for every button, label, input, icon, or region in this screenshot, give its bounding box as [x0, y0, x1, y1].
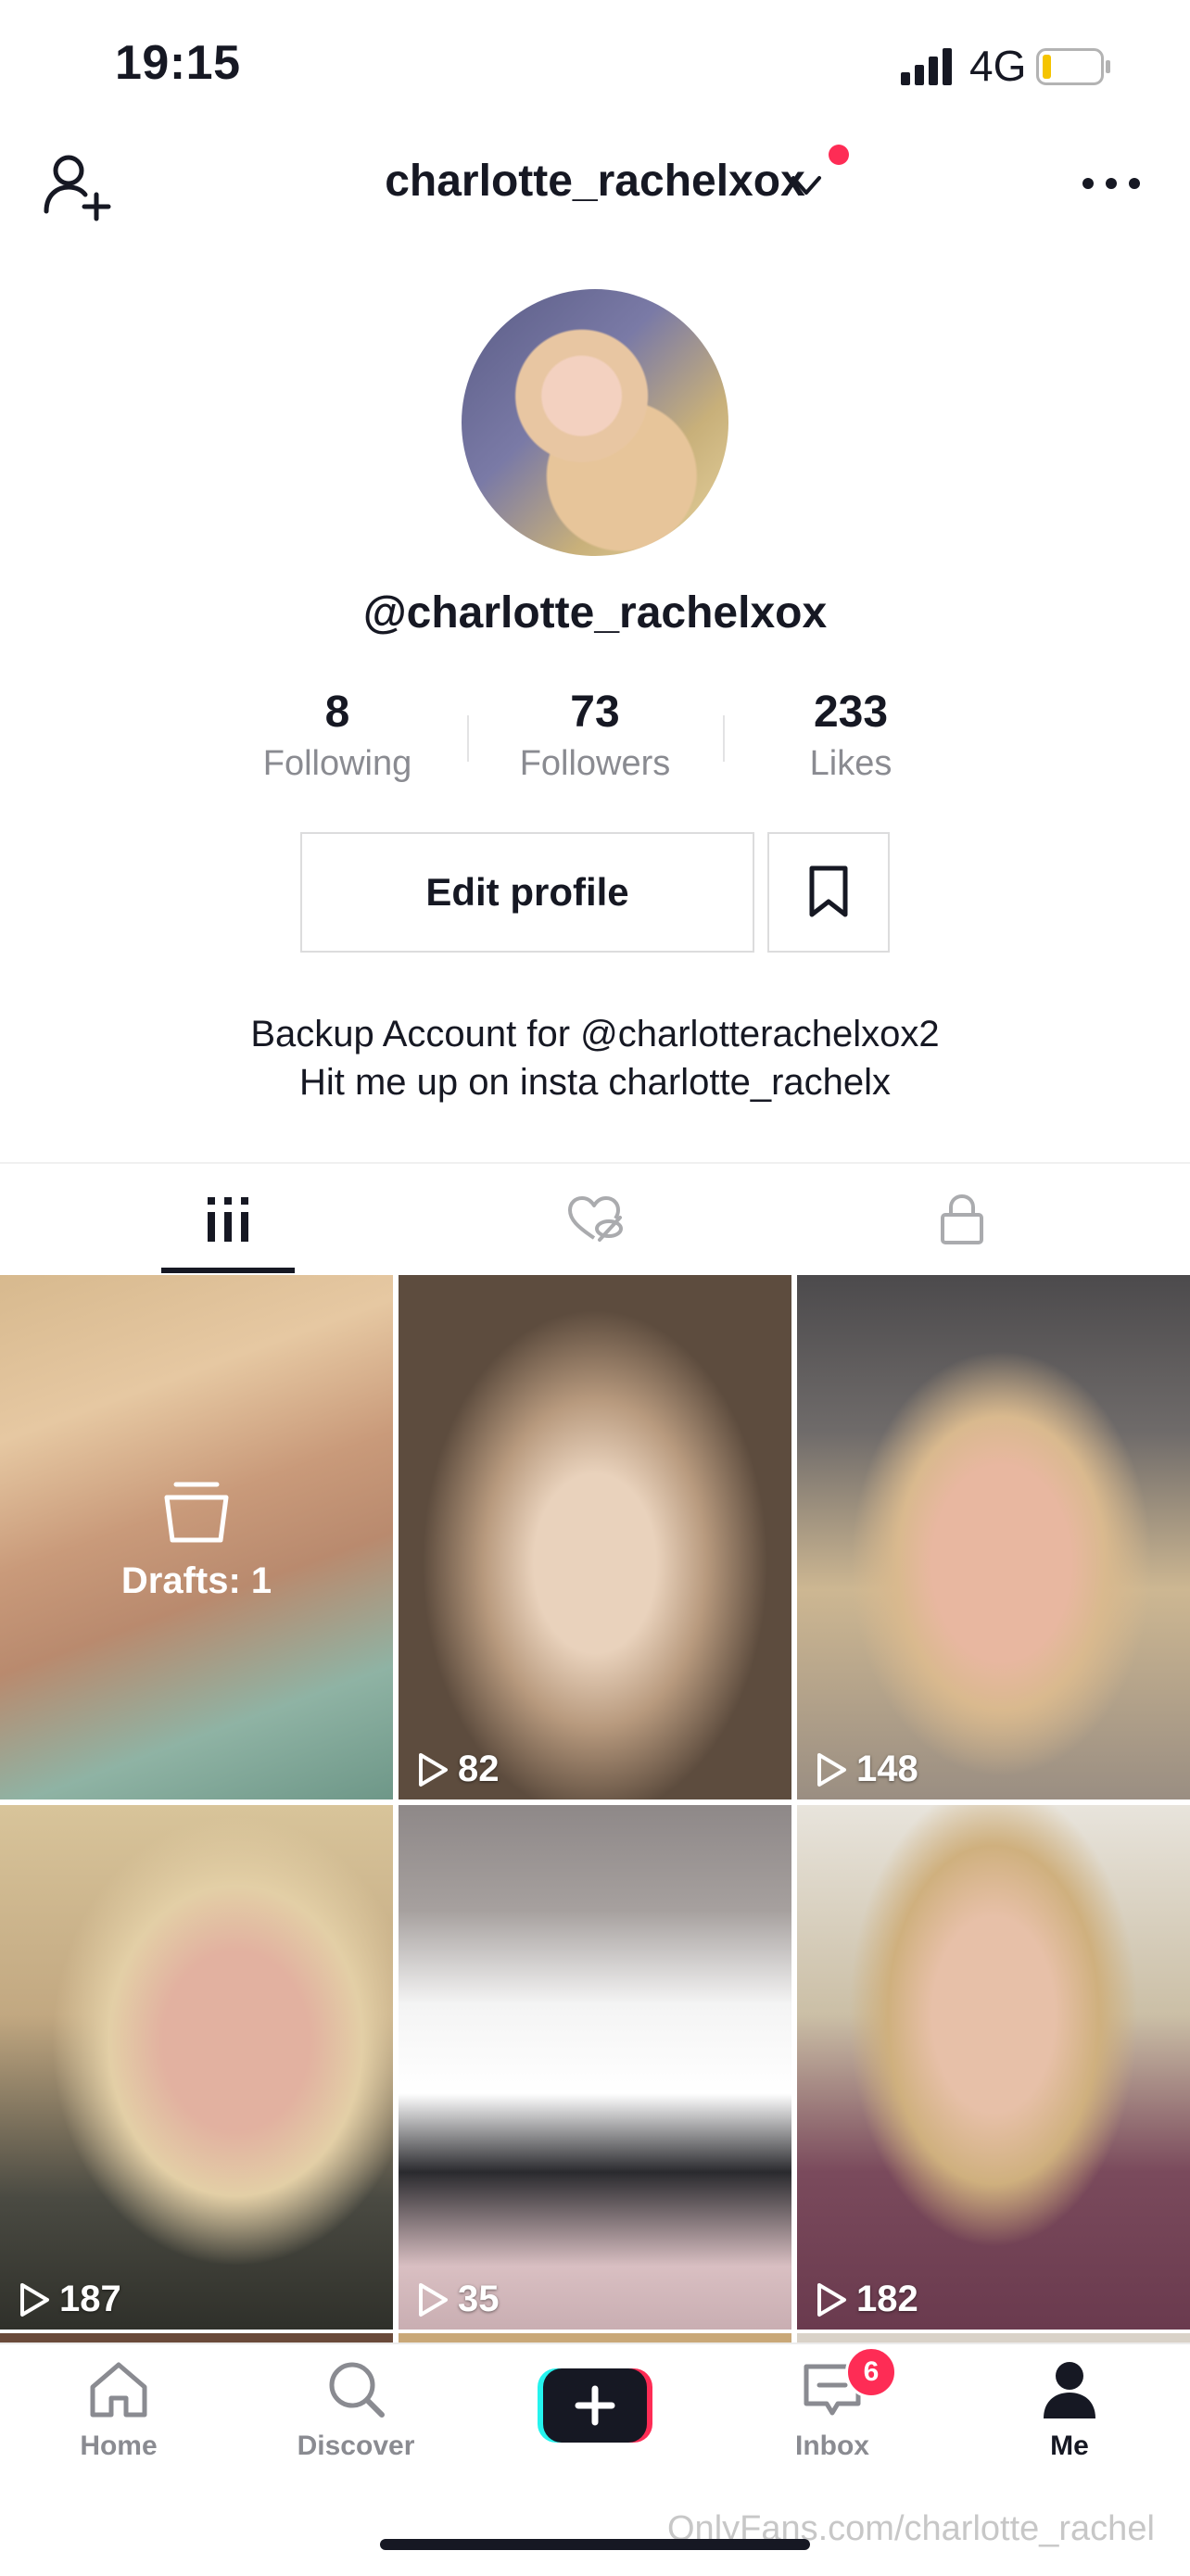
account-switcher[interactable]: charlotte_rachelxox	[0, 156, 1190, 207]
play-icon	[20, 2282, 49, 2317]
play-icon	[419, 2282, 448, 2317]
video-tile[interactable]: 82	[399, 1275, 791, 1799]
nav-inbox-label: Inbox	[795, 2431, 869, 2461]
profile-handle: @charlotte_rachelxox	[362, 588, 828, 638]
search-icon	[329, 2362, 385, 2418]
edit-profile-button[interactable]: Edit profile	[300, 832, 754, 953]
likes-label: Likes	[809, 744, 892, 783]
stat-following[interactable]: 8 Following	[226, 686, 449, 788]
view-count-value: 148	[856, 1749, 918, 1789]
view-count: 35	[417, 2279, 500, 2320]
draft-tile[interactable]: Drafts: 1	[0, 1275, 393, 1799]
view-count: 148	[816, 1749, 918, 1790]
chevron-down-icon[interactable]	[788, 167, 825, 204]
tab-private[interactable]	[764, 1166, 1160, 1273]
followers-count: 73	[570, 688, 620, 737]
create-button[interactable]	[538, 2368, 652, 2443]
more-options-icon[interactable]	[1079, 165, 1144, 202]
drafts-label: Drafts: 1	[120, 1560, 272, 1601]
home-icon	[90, 2362, 147, 2418]
home-indicator	[380, 2539, 810, 2550]
bio-line: Hit me up on insta charlotte_rachelx	[298, 1062, 892, 1103]
view-count-value: 35	[458, 2279, 500, 2319]
network-type: 4G	[969, 42, 1027, 90]
nav-home-label: Home	[80, 2431, 158, 2461]
nav-discover[interactable]: Discover	[272, 2359, 439, 2462]
nav-discover-label: Discover	[297, 2431, 415, 2461]
tab-videos[interactable]	[30, 1166, 426, 1273]
view-count: 187	[19, 2279, 121, 2320]
tab-liked[interactable]	[397, 1166, 793, 1273]
likes-count: 233	[813, 688, 889, 737]
video-tile[interactable]: 148	[797, 1275, 1190, 1799]
drafts-icon	[164, 1482, 229, 1543]
tab-divider	[0, 1162, 1190, 1164]
following-count: 8	[324, 688, 350, 737]
videos-grid-icon	[208, 1197, 248, 1242]
video-tile[interactable]: 187	[0, 1805, 393, 2330]
active-tab-indicator	[161, 1268, 295, 1273]
inbox-badge: 6	[845, 2346, 897, 2398]
following-label: Following	[262, 744, 412, 783]
header-username: charlotte_rachelxox	[385, 157, 805, 206]
view-count: 182	[816, 2279, 918, 2320]
view-count-value: 82	[458, 1749, 500, 1789]
bio-line: Backup Account for @charlotterachelxox2	[250, 1014, 940, 1054]
play-icon	[817, 2282, 846, 2317]
stat-divider	[723, 715, 725, 762]
stat-followers[interactable]: 73 Followers	[484, 686, 706, 788]
nav-me-label: Me	[1050, 2431, 1089, 2461]
view-count-value: 187	[59, 2279, 121, 2319]
bookmark-icon	[809, 865, 848, 917]
view-count: 82	[417, 1749, 500, 1790]
battery-icon	[1036, 48, 1110, 85]
video-tile[interactable]: 35	[399, 1805, 791, 2330]
avatar[interactable]	[462, 289, 728, 556]
liked-hidden-icon	[568, 1196, 623, 1242]
stat-likes[interactable]: 233 Likes	[740, 686, 962, 788]
lock-icon	[941, 1193, 983, 1244]
signal-icon	[901, 48, 952, 85]
play-icon	[817, 1752, 846, 1787]
view-count-value: 182	[856, 2279, 918, 2319]
nav-home[interactable]: Home	[35, 2359, 202, 2462]
play-icon	[419, 1752, 448, 1787]
notification-dot	[829, 145, 849, 165]
favorites-button[interactable]	[767, 832, 890, 953]
status-time: 19:15	[115, 36, 241, 90]
followers-label: Followers	[519, 744, 671, 783]
edit-profile-label: Edit profile	[425, 870, 629, 914]
nav-me[interactable]: Me	[986, 2359, 1153, 2462]
profile-icon	[1044, 2362, 1095, 2418]
stat-divider	[467, 715, 469, 762]
video-tile[interactable]: 182	[797, 1805, 1190, 2330]
